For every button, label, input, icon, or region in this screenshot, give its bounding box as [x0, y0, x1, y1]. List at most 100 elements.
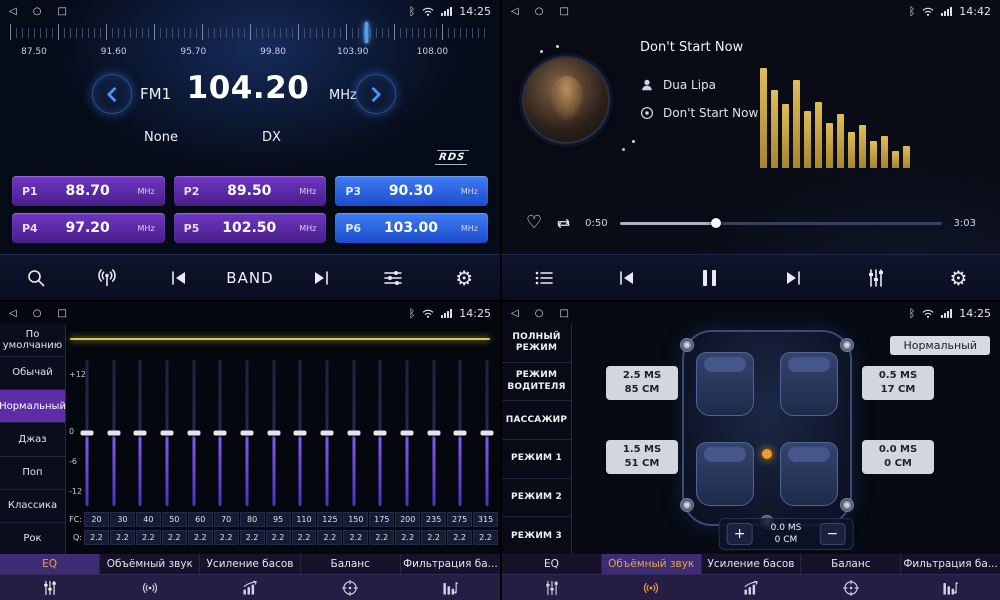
slider-knob[interactable] — [107, 431, 120, 436]
nav-back-icon[interactable]: ◁ — [511, 308, 519, 319]
settings-button[interactable]: ⚙ — [935, 259, 983, 297]
delay-increase-button[interactable]: + — [727, 523, 753, 545]
eq-preset-item-5[interactable]: Классика — [0, 490, 65, 523]
scan-stations-button[interactable] — [83, 259, 131, 297]
delay-decrease-button[interactable]: − — [819, 523, 845, 545]
tab-bass-boost[interactable]: Усиление басов — [200, 554, 300, 574]
previous-preset-button[interactable] — [155, 259, 203, 297]
profile-button[interactable]: Нормальный — [890, 336, 990, 355]
eq-preset-item-2[interactable]: Нормальный — [0, 390, 65, 423]
nav-back-icon[interactable]: ◁ — [9, 308, 17, 319]
nav-back-icon[interactable]: ◁ — [511, 6, 519, 17]
slider-knob[interactable] — [294, 431, 307, 436]
slider-knob[interactable] — [320, 431, 333, 436]
radio-preset-p1[interactable]: P188.70MHz — [12, 176, 165, 206]
delay-rear-right[interactable]: 0.0 MS 0 CM — [862, 440, 934, 474]
eq-band-slider-11[interactable] — [373, 360, 387, 506]
eq-preset-item-1[interactable]: Обычай — [0, 357, 65, 390]
delay-front-left[interactable]: 2.5 MS 85 CM — [606, 366, 678, 400]
nav-recents-icon[interactable]: □ — [559, 308, 568, 319]
eq-band-slider-10[interactable] — [347, 360, 361, 506]
tab-filter[interactable]: Фильтрация ба... — [901, 554, 1000, 574]
nav-back-icon[interactable]: ◁ — [9, 6, 17, 17]
eq-band-slider-9[interactable] — [320, 360, 334, 506]
slider-knob[interactable] — [374, 431, 387, 436]
tab-surround[interactable]: Объёмный звук — [100, 554, 200, 574]
tab-eq[interactable]: EQ — [0, 554, 100, 574]
next-preset-button[interactable] — [297, 259, 345, 297]
radio-preset-p6[interactable]: P6103.00MHz — [335, 213, 488, 243]
equalizer-button[interactable] — [852, 259, 900, 297]
nav-home-icon[interactable]: ○ — [33, 308, 42, 319]
slider-knob[interactable] — [187, 431, 200, 436]
eq-band-slider-7[interactable] — [267, 360, 281, 506]
seek-knob[interactable] — [711, 218, 721, 228]
favorite-button[interactable]: ♡ — [526, 214, 542, 232]
nav-home-icon[interactable]: ○ — [535, 308, 544, 319]
seek-bar[interactable] — [620, 222, 942, 225]
subwoofer-filter-icon[interactable] — [900, 575, 1000, 600]
slider-knob[interactable] — [347, 431, 360, 436]
eq-band-slider-3[interactable] — [160, 360, 174, 506]
slider-knob[interactable] — [454, 431, 467, 436]
slider-knob[interactable] — [81, 431, 94, 436]
tab-eq[interactable]: EQ — [502, 554, 602, 574]
eq-band-slider-2[interactable] — [133, 360, 147, 506]
radio-preset-p2[interactable]: P289.50MHz — [174, 176, 327, 206]
next-track-button[interactable] — [769, 259, 817, 297]
nav-recents-icon[interactable]: □ — [57, 308, 66, 319]
eq-icon[interactable] — [0, 575, 100, 600]
nav-home-icon[interactable]: ○ — [33, 6, 42, 17]
listening-position-dot[interactable] — [762, 449, 772, 459]
eq-band-slider-0[interactable] — [80, 360, 94, 506]
surround-sound-icon[interactable] — [100, 575, 200, 600]
eq-preset-item-4[interactable]: Поп — [0, 457, 65, 490]
slider-knob[interactable] — [480, 431, 493, 436]
album-art[interactable] — [522, 56, 610, 144]
band-button[interactable]: BAND — [226, 259, 274, 297]
tune-down-button[interactable] — [92, 74, 132, 114]
surround-mode-item-2[interactable]: ПАССАЖИР — [502, 401, 571, 440]
eq-band-slider-5[interactable] — [213, 360, 227, 506]
nav-recents-icon[interactable]: □ — [559, 6, 568, 17]
surround-sound-icon[interactable] — [602, 575, 702, 600]
eq-preset-item-0[interactable]: По умолчанию — [0, 324, 65, 357]
slider-knob[interactable] — [160, 431, 173, 436]
slider-knob[interactable] — [400, 431, 413, 436]
nav-recents-icon[interactable]: □ — [57, 6, 66, 17]
slider-knob[interactable] — [134, 431, 147, 436]
surround-mode-item-4[interactable]: РЕЖИМ 2 — [502, 479, 571, 518]
tune-up-button[interactable] — [356, 74, 396, 114]
tab-filter[interactable]: Фильтрация ба... — [401, 554, 500, 574]
eq-band-slider-8[interactable] — [293, 360, 307, 506]
surround-mode-item-5[interactable]: РЕЖИМ 3 — [502, 517, 571, 556]
slider-knob[interactable] — [267, 431, 280, 436]
eq-preset-item-3[interactable]: Джаз — [0, 423, 65, 456]
subwoofer-filter-icon[interactable] — [400, 575, 500, 600]
delay-front-right[interactable]: 0.5 MS 17 CM — [862, 366, 934, 400]
audio-settings-button[interactable] — [369, 259, 417, 297]
radio-preset-p4[interactable]: P497.20MHz — [12, 213, 165, 243]
surround-mode-item-3[interactable]: РЕЖИМ 1 — [502, 440, 571, 479]
tab-balance[interactable]: Баланс — [301, 554, 401, 574]
delay-rear-left[interactable]: 1.5 MS 51 CM — [606, 440, 678, 474]
search-button[interactable] — [12, 259, 60, 297]
tab-balance[interactable]: Баланс — [801, 554, 901, 574]
surround-mode-item-0[interactable]: ПОЛНЫЙ РЕЖИМ — [502, 324, 571, 363]
slider-knob[interactable] — [214, 431, 227, 436]
surround-mode-item-1[interactable]: РЕЖИМ ВОДИТЕЛЯ — [502, 363, 571, 402]
pause-button[interactable] — [686, 259, 734, 297]
eq-icon[interactable] — [502, 575, 602, 600]
slider-knob[interactable] — [240, 431, 253, 436]
balance-icon[interactable] — [801, 575, 901, 600]
bass-boost-icon[interactable] — [200, 575, 300, 600]
tab-surround[interactable]: Объёмный звук — [602, 554, 702, 574]
eq-preset-item-6[interactable]: Рок — [0, 523, 65, 556]
balance-icon[interactable] — [300, 575, 400, 600]
eq-band-slider-4[interactable] — [187, 360, 201, 506]
eq-band-slider-13[interactable] — [427, 360, 441, 506]
repeat-button[interactable] — [554, 214, 573, 233]
nav-home-icon[interactable]: ○ — [535, 6, 544, 17]
previous-track-button[interactable] — [603, 259, 651, 297]
slider-knob[interactable] — [427, 431, 440, 436]
